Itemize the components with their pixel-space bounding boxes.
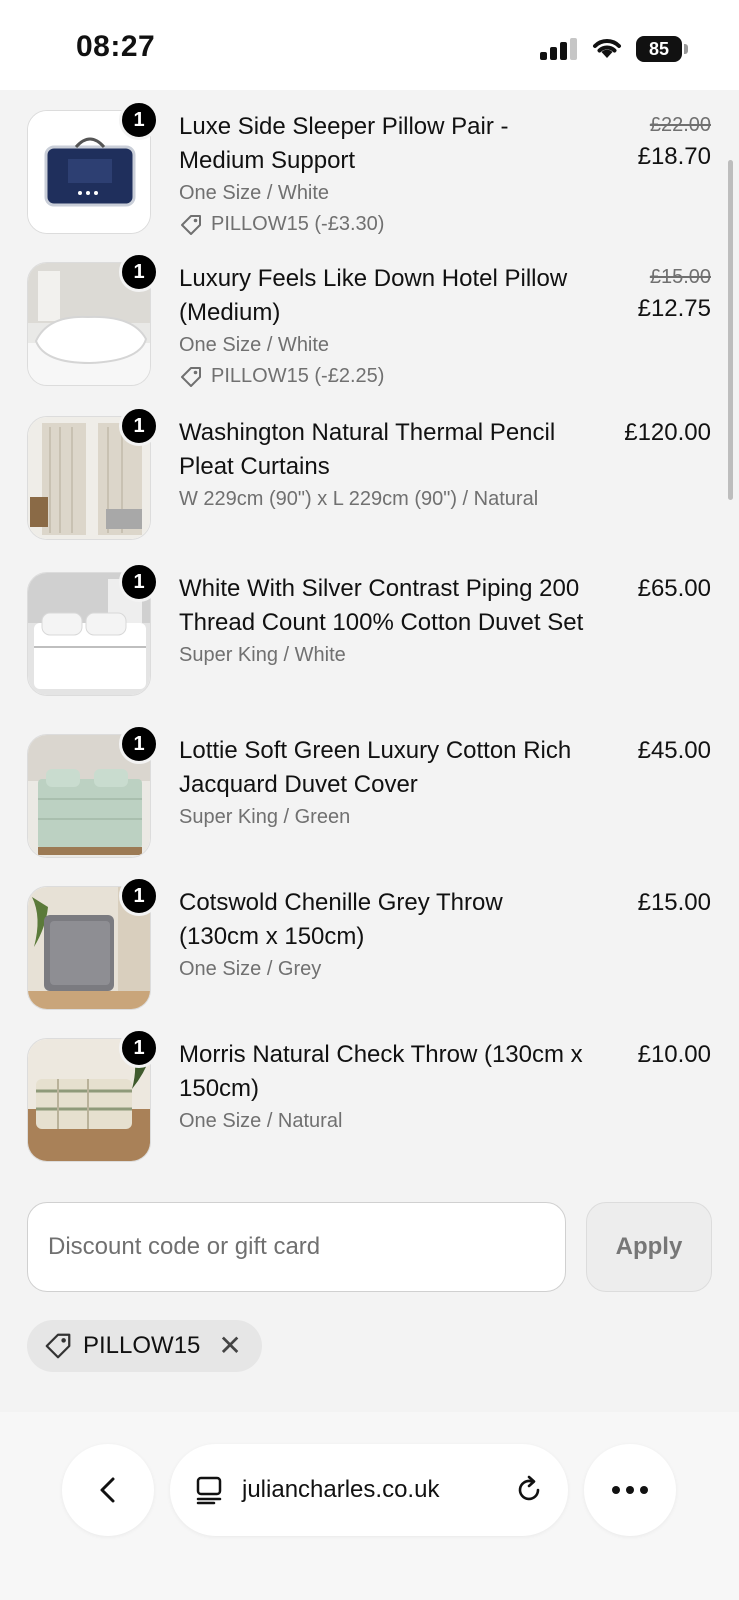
wifi-icon [593,39,621,58]
product-variant: One Size / Natural [179,1110,343,1132]
product-name: Morris Natural Check Throw (130cm x 150c… [179,1041,583,1102]
tag-icon [45,1333,71,1359]
battery-level: 85 [636,36,682,62]
cellular-signal-icon [540,38,580,60]
item-price: £120.00 [624,419,711,446]
item-price: £10.00 [637,1041,711,1068]
applied-discount-chip: PILLOW15 ✕ [27,1320,262,1372]
product-name: Luxe Side Sleeper Pillow Pair - Medium S… [179,113,509,174]
item-price: £15.00 [637,889,711,916]
quantity-badge: 1 [119,100,159,140]
quantity-badge: 1 [119,406,159,446]
quantity-badge: 1 [119,876,159,916]
scrollbar[interactable] [728,160,733,500]
apply-button[interactable]: Apply [586,1202,712,1292]
product-variant: Super King / White [179,644,346,666]
battery-icon: 85 [636,36,688,62]
address-bar[interactable]: juliancharles.co.uk [170,1444,568,1536]
quantity-badge: 1 [119,252,159,292]
item-price: £45.00 [637,737,711,764]
item-discount: PILLOW15 (-£2.25) [179,361,589,392]
item-discount-label: PILLOW15 (-£2.25) [211,365,385,387]
page-settings-icon[interactable] [194,1475,224,1505]
product-variant: W 229cm (90") x L 229cm (90") / Natural [179,488,539,510]
item-price: £12.75 [637,295,711,322]
product-variant: Super King / Green [179,806,351,828]
more-options-button[interactable] [584,1444,676,1536]
discount-code-input[interactable] [27,1202,566,1292]
quantity-badge: 1 [119,1028,159,1068]
item-discount: PILLOW15 (-£3.30) [179,209,589,240]
discount-row: Apply [27,1202,712,1292]
quantity-badge: 1 [119,724,159,764]
product-variant: One Size / White [179,334,330,356]
status-bar: 08:27 85 [0,0,739,90]
product-name: Luxury Feels Like Down Hotel Pillow (Med… [179,265,568,326]
tag-icon [181,366,201,387]
quantity-badge: 1 [119,562,159,602]
applied-discount-code: PILLOW15 [83,1332,201,1359]
remove-discount-close-icon[interactable]: ✕ [218,1332,241,1360]
more-icon [612,1486,648,1494]
product-name: Cotswold Chenille Grey Throw (130cm x 15… [179,889,503,950]
item-price: £18.70 [637,143,711,170]
back-button[interactable] [62,1444,154,1536]
product-name: Lottie Soft Green Luxury Cotton Rich Jac… [179,737,572,798]
original-price: £15.00 [649,266,711,288]
reload-icon[interactable] [514,1475,544,1505]
url-text: juliancharles.co.uk [242,1476,440,1503]
product-name: White With Silver Contrast Piping 200 Th… [179,575,584,636]
item-price: £65.00 [637,575,711,602]
order-summary: 1 Luxe Side Sleeper Pillow Pair - Medium… [0,90,739,1412]
product-variant: One Size / Grey [179,958,322,980]
product-name: Washington Natural Thermal Pencil Pleat … [179,419,556,480]
product-variant: One Size / White [179,182,330,204]
browser-toolbar: juliancharles.co.uk [0,1412,739,1600]
chevron-left-icon [100,1477,115,1503]
tag-icon [181,214,201,235]
original-price: £22.00 [649,114,711,136]
status-time: 08:27 [76,30,156,63]
item-discount-label: PILLOW15 (-£3.30) [211,213,385,235]
